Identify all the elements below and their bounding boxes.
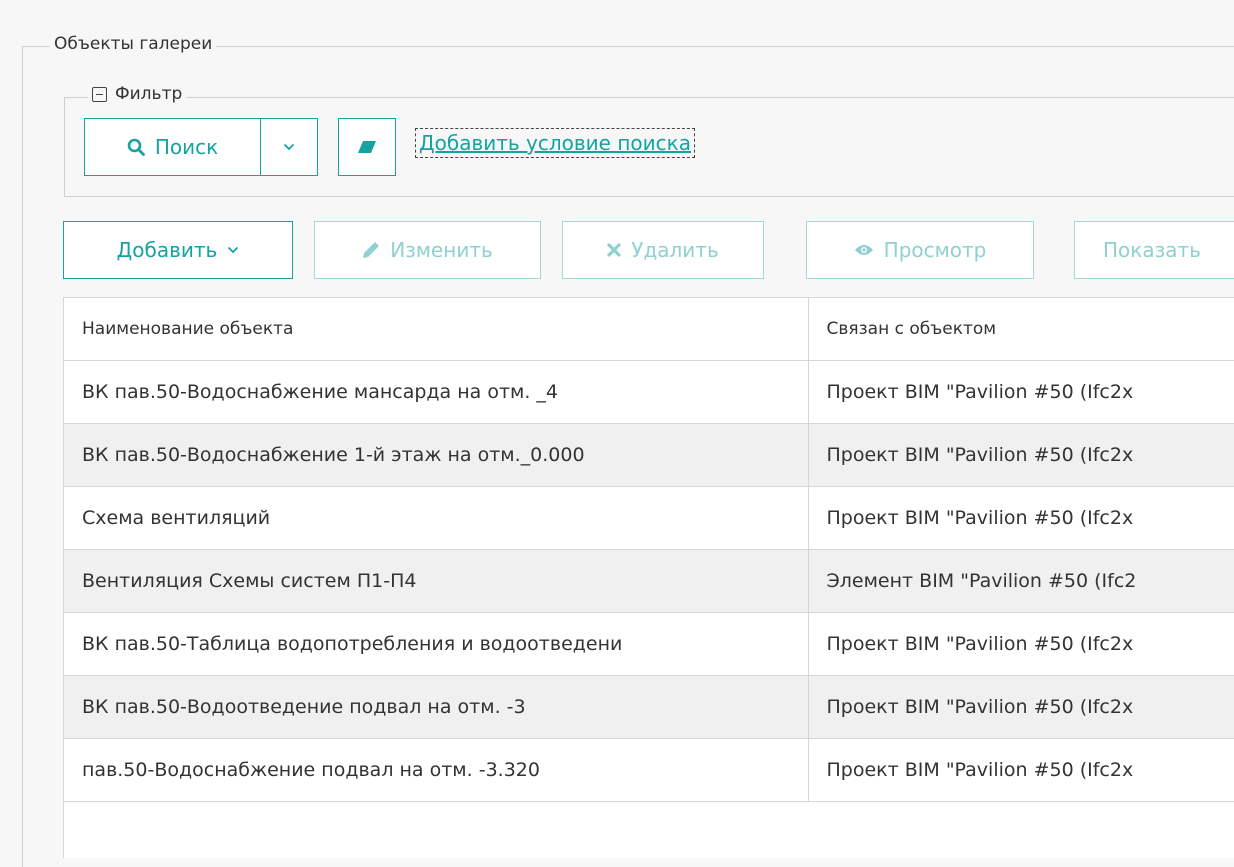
pencil-icon: [363, 242, 380, 258]
add-button-label: Добавить: [116, 238, 218, 262]
view-button-label: Просмотр: [883, 238, 987, 262]
chevron-down-icon: [283, 143, 295, 151]
search-dropdown-button[interactable]: [260, 118, 318, 176]
cell-linked-object: Проект BIM "Pavilion #50 (Ifc2x: [808, 486, 1234, 550]
column-header-object-name[interactable]: Наименование объекта: [64, 298, 809, 361]
filter-legend[interactable]: Фильтр: [88, 84, 187, 104]
gallery-objects-legend: Объекты галереи: [50, 34, 217, 54]
edit-button-label: Изменить: [390, 238, 493, 262]
cell-linked-object: Проект BIM "Pavilion #50 (Ifc2x: [808, 423, 1234, 487]
add-button[interactable]: Добавить: [63, 221, 293, 279]
search-icon: [127, 138, 145, 156]
collapse-minus-icon[interactable]: [92, 86, 107, 102]
chevron-down-icon: [228, 246, 239, 254]
cell-object-name: ВК пав.50-Таблица водопотребления и водо…: [64, 612, 809, 676]
gallery-objects-table: Наименование объекта Связан с объектом В…: [63, 297, 1234, 858]
cell-object-name: ВК пав.50-Водоснабжение 1-й этаж на отм.…: [64, 423, 809, 487]
filter-legend-label: Фильтр: [115, 84, 183, 104]
show-button[interactable]: Показать: [1074, 221, 1234, 279]
cell-linked-object: Проект BIM "Pavilion #50 (Ifc2x: [808, 612, 1234, 676]
eye-icon: [854, 245, 873, 255]
table-row[interactable]: ВК пав.50-Таблица водопотребления и водо…: [64, 612, 1234, 676]
search-button-label: Поиск: [154, 135, 219, 159]
table-header-row: Наименование объекта Связан с объектом: [64, 298, 1234, 361]
view-button[interactable]: Просмотр: [806, 221, 1034, 279]
clear-filter-button[interactable]: [338, 118, 396, 176]
cell-object-name: ВК пав.50-Водоотведение подвал на отм. -…: [64, 675, 809, 739]
table-row[interactable]: Вентиляция Схемы систем П1-П4 Элемент BI…: [64, 549, 1234, 613]
search-button[interactable]: Поиск: [84, 118, 261, 176]
delete-button-label: Удалить: [631, 238, 719, 262]
edit-button[interactable]: Изменить: [314, 221, 541, 279]
cell-linked-object: Проект BIM "Pavilion #50 (Ifc2x: [808, 738, 1234, 802]
cell-object-name: ВК пав.50-Водоснабжение мансарда на отм.…: [64, 360, 809, 424]
cell-linked-object: Проект BIM "Pavilion #50 (Ifc2x: [808, 675, 1234, 739]
cell-linked-object: Элемент BIM "Pavilion #50 (Ifc2: [808, 549, 1234, 613]
table-row[interactable]: ВК пав.50-Водоснабжение 1-й этаж на отм.…: [64, 423, 1234, 487]
table-row[interactable]: Схема вентиляций Проект BIM "Pavilion #5…: [64, 486, 1234, 550]
close-icon: [607, 243, 621, 257]
delete-button[interactable]: Удалить: [562, 221, 764, 279]
cell-object-name: Схема вентиляций: [64, 486, 809, 550]
table-row[interactable]: ВК пав.50-Водоснабжение мансарда на отм.…: [64, 360, 1234, 424]
table-row[interactable]: пав.50-Водоснабжение подвал на отм. -3.3…: [64, 738, 1234, 802]
cell-linked-object: Проект BIM "Pavilion #50 (Ifc2x: [808, 360, 1234, 424]
show-button-label: Показать: [1103, 238, 1201, 262]
table-row[interactable]: ВК пав.50-Водоотведение подвал на отм. -…: [64, 675, 1234, 739]
cell-object-name: Вентиляция Схемы систем П1-П4: [64, 549, 809, 613]
column-header-linked-object[interactable]: Связан с объектом: [808, 298, 1234, 361]
add-search-condition-link[interactable]: Добавить условие поиска: [415, 128, 695, 158]
cell-object-name: пав.50-Водоснабжение подвал на отм. -3.3…: [64, 738, 809, 802]
eraser-icon: [358, 141, 376, 153]
